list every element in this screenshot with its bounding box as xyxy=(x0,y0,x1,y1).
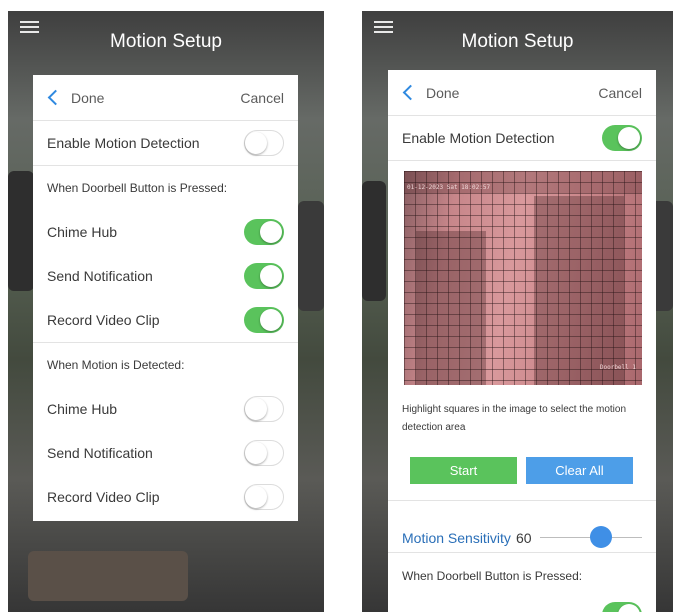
motion-sensitivity-value: 60 xyxy=(516,530,532,546)
page-title: Motion Setup xyxy=(110,31,222,52)
doorbell-notification-label: Send Notification xyxy=(47,268,153,284)
background-window xyxy=(298,201,324,311)
motion-section-title: When Motion is Detected: xyxy=(47,358,185,372)
done-button[interactable]: Done xyxy=(47,75,104,120)
start-button[interactable]: Start xyxy=(410,457,517,484)
motion-grid-overlay[interactable] xyxy=(404,171,642,385)
motion-record-label: Record Video Clip xyxy=(47,489,160,505)
done-button[interactable]: Done xyxy=(402,70,459,115)
settings-card: Done Cancel Enable Motion Detection When… xyxy=(33,75,298,521)
doorbell-record-row: Record Video Clip xyxy=(33,298,298,342)
doorbell-record-toggle[interactable] xyxy=(244,307,284,333)
clear-all-button[interactable]: Clear All xyxy=(526,457,633,484)
motion-area-card: Done Cancel Enable Motion Detection 01-1… xyxy=(388,70,656,612)
enable-motion-label: Enable Motion Detection xyxy=(47,135,200,151)
motion-chime-row: Chime Hub xyxy=(33,387,298,431)
motion-notification-label: Send Notification xyxy=(47,445,153,461)
done-label: Done xyxy=(71,89,105,106)
motion-notification-toggle[interactable] xyxy=(244,440,284,466)
background-window xyxy=(28,551,188,601)
done-label: Done xyxy=(426,84,460,101)
doorbell-chime-row: Chime Hub xyxy=(33,210,298,254)
doorbell-notification-row: Send Notification xyxy=(33,254,298,298)
chevron-left-icon xyxy=(47,89,64,106)
cancel-button[interactable]: Cancel xyxy=(240,75,284,120)
card-header: Done Cancel xyxy=(33,75,298,121)
enable-motion-row: Enable Motion Detection xyxy=(33,121,298,165)
doorbell-first-toggle[interactable] xyxy=(602,602,642,612)
enable-motion-label: Enable Motion Detection xyxy=(402,130,555,146)
camera-timestamp: 01-12-2023 Sat 18:02:57 xyxy=(407,184,491,191)
motion-record-row: Record Video Clip xyxy=(33,475,298,519)
enable-motion-row: Enable Motion Detection xyxy=(388,116,656,160)
camera-name: Doorbell 1 xyxy=(599,364,636,371)
background-window xyxy=(8,171,34,291)
enable-motion-toggle[interactable] xyxy=(244,130,284,156)
doorbell-section-title: When Doorbell Button is Pressed: xyxy=(47,181,228,195)
right-phone-screen: Motion Setup Done Cancel Enable Motion D… xyxy=(362,11,673,612)
motion-area-hint: Highlight squares in the image to select… xyxy=(402,404,627,433)
chevron-left-icon xyxy=(402,84,419,101)
page-title: Motion Setup xyxy=(461,31,574,52)
motion-grid-image[interactable]: 01-12-2023 Sat 18:02:57 Doorbell 1 xyxy=(404,171,642,385)
enable-motion-toggle[interactable] xyxy=(602,125,642,151)
motion-notification-row: Send Notification xyxy=(33,431,298,475)
doorbell-record-label: Record Video Clip xyxy=(47,312,160,328)
left-phone-screen: Motion Setup Done Cancel Enable Motion D… xyxy=(8,11,324,612)
motion-chime-label: Chime Hub xyxy=(47,401,118,417)
background-window xyxy=(362,181,386,301)
card-header: Done Cancel xyxy=(388,70,656,116)
doorbell-section-title: When Doorbell Button is Pressed: xyxy=(402,569,583,583)
motion-sensitivity-label: Motion Sensitivity xyxy=(402,530,511,546)
cancel-button[interactable]: Cancel xyxy=(598,70,642,115)
doorbell-chime-toggle[interactable] xyxy=(244,219,284,245)
doorbell-chime-label: Chime Hub xyxy=(47,224,118,240)
motion-record-toggle[interactable] xyxy=(244,484,284,510)
motion-chime-toggle[interactable] xyxy=(244,396,284,422)
sensitivity-slider-thumb[interactable] xyxy=(590,526,613,548)
doorbell-notification-toggle[interactable] xyxy=(244,263,284,289)
